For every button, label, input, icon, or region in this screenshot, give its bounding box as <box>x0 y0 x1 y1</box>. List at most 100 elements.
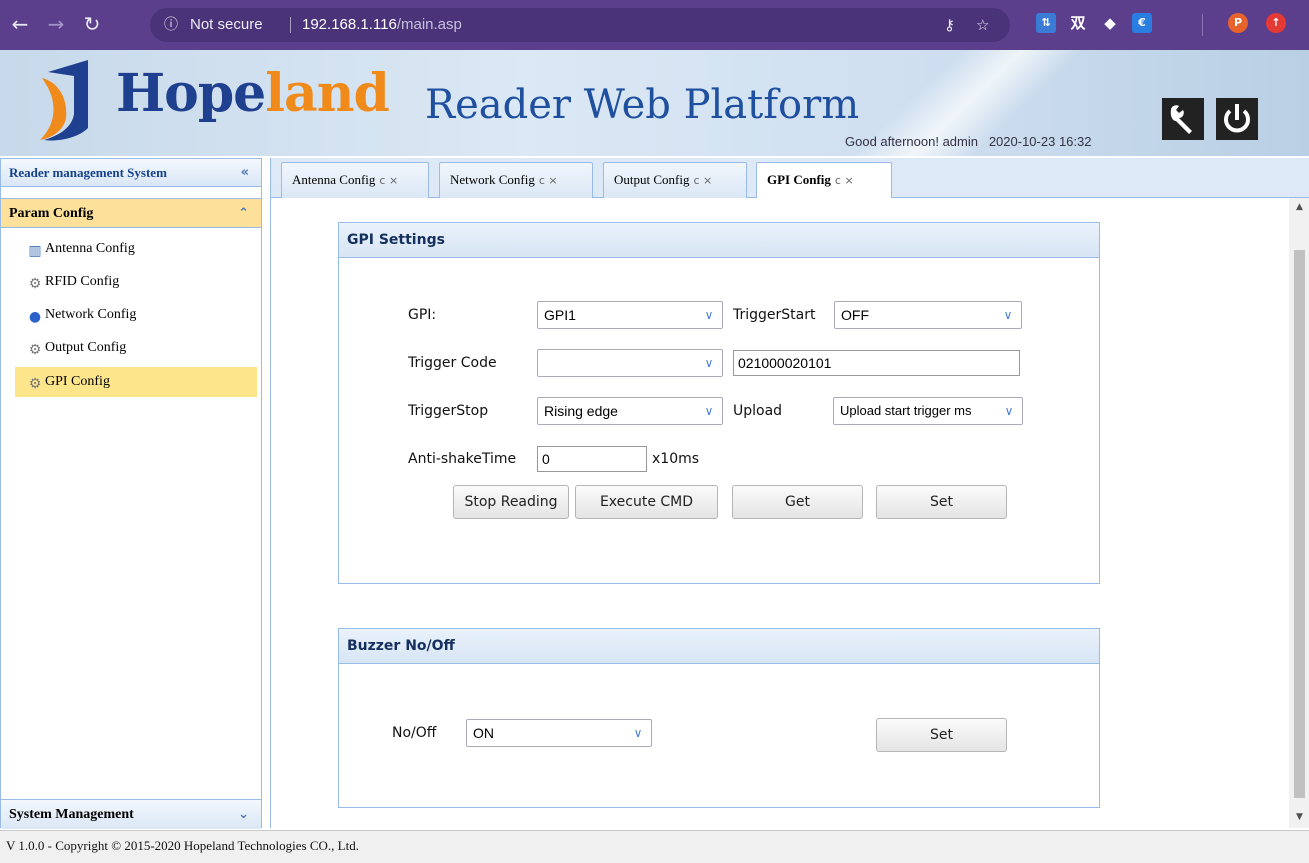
url-text[interactable]: 192.168.1.116/main.asp <box>302 8 462 42</box>
buzzer-panel: Buzzer No/Off No/Off ON ∨ Set <box>338 628 1100 808</box>
tab-controls[interactable]: c × <box>539 174 558 187</box>
chevron-up-double-icon[interactable]: ⌃ <box>238 199 249 229</box>
collapse-sidebar-icon[interactable]: « <box>241 159 249 187</box>
brand-logo-part2: land <box>265 63 390 124</box>
content-area: GPI Settings GPI: GPI1 ∨ TriggerStart OF… <box>271 198 1309 828</box>
chevron-down-icon: ∨ <box>633 726 643 740</box>
tab-output-config[interactable]: Output Config c × <box>603 162 747 198</box>
tab-controls[interactable]: c × <box>693 174 712 187</box>
upload-label: Upload <box>733 403 783 419</box>
forward-icon[interactable]: → <box>42 10 70 38</box>
extension-dictionary-icon[interactable]: 双 <box>1068 13 1088 33</box>
back-icon[interactable]: ← <box>6 10 34 38</box>
sidebar-item-output-config[interactable]: ⚙ Output Config <box>15 333 257 363</box>
tab-label: Network Config <box>450 172 535 187</box>
footer: V 1.0.0 - Copyright © 2015-2020 Hopeland… <box>0 830 1309 863</box>
profile-avatar[interactable]: P <box>1228 13 1248 33</box>
extension-euro-icon[interactable]: € <box>1132 13 1152 33</box>
sidebar-header: Reader management System « <box>1 159 261 187</box>
buzzer-set-button[interactable]: Set <box>876 718 1007 752</box>
key-icon[interactable]: ⚷ <box>944 8 955 42</box>
gpi-select-value: GPI1 <box>544 307 576 323</box>
scroll-down-icon[interactable]: ▼ <box>1289 812 1309 822</box>
antenna-icon: ▥ <box>28 243 42 259</box>
tab-gpi-config[interactable]: GPI Config c × <box>756 162 892 199</box>
antishake-input[interactable]: 0 <box>537 446 647 472</box>
gpi-select[interactable]: GPI1 ∨ <box>537 301 723 329</box>
tab-strip: Antenna Config c × Network Config c × Outp… <box>271 158 1309 199</box>
set-button[interactable]: Set <box>876 485 1007 519</box>
chevron-down-icon: ∨ <box>1003 308 1013 322</box>
execute-cmd-button[interactable]: Execute CMD <box>575 485 718 519</box>
get-button[interactable]: Get <box>732 485 863 519</box>
upload-select[interactable]: Upload start trigger ms ∨ <box>833 397 1023 425</box>
sidebar-item-network-config[interactable]: ● Network Config <box>15 300 257 330</box>
info-icon[interactable]: ⓘ <box>164 8 178 42</box>
globe-icon: ● <box>28 309 42 325</box>
trigger-code-select[interactable]: ∨ <box>537 349 723 377</box>
trigger-code-label: Trigger Code <box>408 355 497 371</box>
settings-button[interactable] <box>1162 98 1204 140</box>
tab-controls[interactable]: c × <box>835 174 854 187</box>
chevron-down-icon: ∨ <box>704 308 714 322</box>
reload-icon[interactable]: ↻ <box>78 10 106 38</box>
scrollbar-thumb[interactable] <box>1294 250 1305 798</box>
vertical-scrollbar[interactable]: ▲ ▼ <box>1289 198 1309 828</box>
brand-logo: Hopeland <box>116 63 390 124</box>
url-path: /main.asp <box>396 16 462 33</box>
sidebar: Reader management System « Param Config … <box>0 158 262 829</box>
trigger-start-label: TriggerStart <box>733 307 816 323</box>
accordion-param-config[interactable]: Param Config ⌃ <box>1 198 261 228</box>
trigger-stop-label: TriggerStop <box>408 403 489 419</box>
address-bar[interactable]: ⓘ Not secure 192.168.1.116/main.asp ⚷ ☆ <box>150 8 1010 42</box>
tab-network-config[interactable]: Network Config c × <box>439 162 593 198</box>
accordion-label: System Management <box>9 807 134 822</box>
address-separator <box>290 17 291 33</box>
stop-reading-button[interactable]: Stop Reading <box>453 485 569 519</box>
tab-label: Output Config <box>614 172 690 187</box>
chevron-down-icon: ∨ <box>704 356 714 370</box>
extensions-separator <box>1202 14 1203 36</box>
trigger-code-input[interactable]: 021000020101 <box>733 350 1020 376</box>
tab-antenna-config[interactable]: Antenna Config c × <box>281 162 429 198</box>
sidebar-item-label: GPI Config <box>45 374 110 389</box>
gpi-label: GPI: <box>408 307 437 323</box>
sidebar-item-rfid-config[interactable]: ⚙ RFID Config <box>15 267 257 297</box>
sidebar-item-gpi-config[interactable]: ⚙ GPI Config <box>15 367 257 397</box>
browser-toolbar: ← → ↻ ⓘ Not secure 192.168.1.116/main.as… <box>0 0 1309 50</box>
panel-title: GPI Settings <box>339 223 1099 258</box>
antishake-label: Anti-shakeTime <box>408 451 517 467</box>
chevron-down-icon: ∨ <box>704 404 714 418</box>
gear-icon: ⚙ <box>28 376 42 392</box>
brand-logo-part1: Hope <box>116 63 266 124</box>
sidebar-item-label: RFID Config <box>45 274 120 289</box>
chevron-down-double-icon[interactable]: ⌄ <box>238 800 249 830</box>
buzzer-select[interactable]: ON ∨ <box>466 719 652 747</box>
trigger-start-select[interactable]: OFF ∨ <box>834 301 1022 329</box>
trigger-stop-select[interactable]: Rising edge ∨ <box>537 397 723 425</box>
sidebar-item-label: Output Config <box>45 340 127 355</box>
main-panel: Antenna Config c × Network Config c × Outp… <box>270 158 1309 828</box>
sidebar-title: Reader management System <box>9 165 167 180</box>
update-icon[interactable]: ↑ <box>1266 13 1286 33</box>
star-icon[interactable]: ☆ <box>976 8 989 42</box>
buzzer-value: ON <box>473 725 494 741</box>
wrench-icon <box>1162 98 1204 140</box>
trigger-start-value: OFF <box>841 307 869 323</box>
logout-button[interactable] <box>1216 98 1258 140</box>
power-icon <box>1216 98 1258 140</box>
current-datetime: 2020-10-23 16:32 <box>988 134 1092 149</box>
panel-title: Buzzer No/Off <box>339 629 1099 664</box>
extension-translate-icon[interactable]: ⇅ <box>1036 13 1056 33</box>
gear-icon: ⚙ <box>28 342 42 358</box>
sidebar-item-antenna-config[interactable]: ▥ Antenna Config <box>15 234 257 264</box>
extension-cube-icon[interactable]: ◆ <box>1100 13 1120 33</box>
chevron-down-icon: ∨ <box>1000 398 1018 424</box>
sidebar-item-label: Network Config <box>45 307 137 322</box>
greeting-text: Good afternoon! admin <box>845 134 978 149</box>
accordion-system-management[interactable]: System Management ⌄ <box>1 799 261 829</box>
platform-title: Reader Web Platform <box>425 82 860 128</box>
gpi-settings-panel: GPI Settings GPI: GPI1 ∨ TriggerStart OF… <box>338 222 1100 584</box>
scroll-up-icon[interactable]: ▲ <box>1289 202 1309 212</box>
tab-controls[interactable]: c × <box>379 174 398 187</box>
